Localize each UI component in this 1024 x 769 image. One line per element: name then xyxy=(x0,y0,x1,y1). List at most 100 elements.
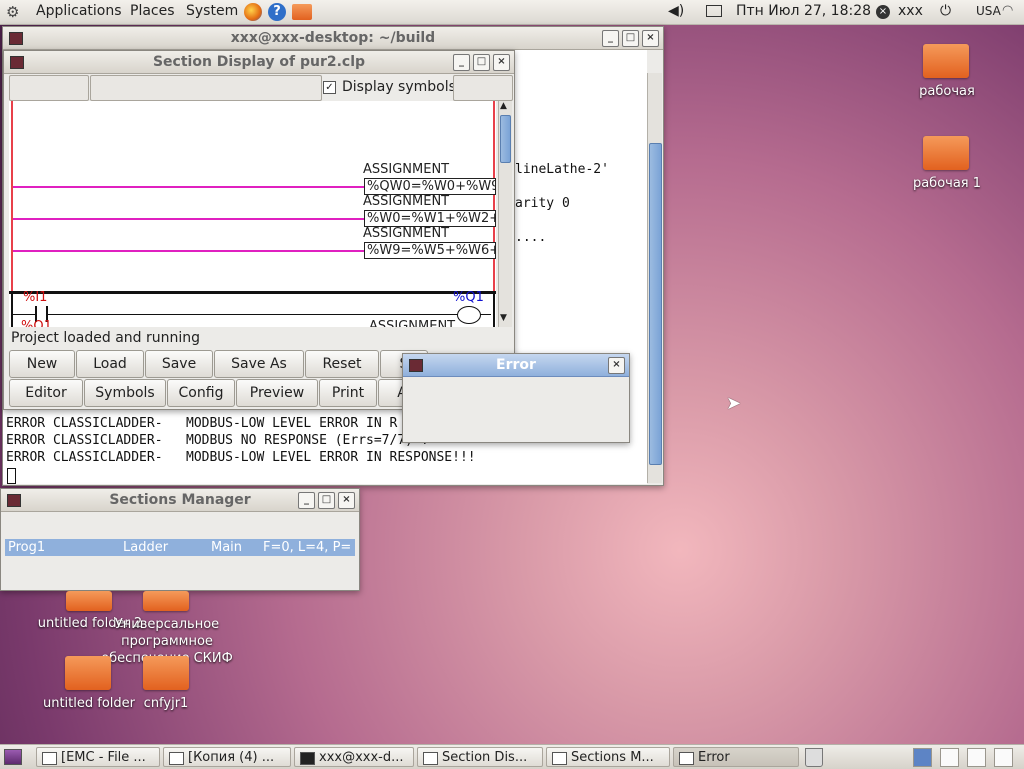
minimize-icon[interactable]: _ xyxy=(602,30,619,47)
firefox-icon[interactable] xyxy=(244,3,262,21)
maximize-icon[interactable]: □ xyxy=(473,54,490,71)
maximize-icon[interactable]: □ xyxy=(622,30,639,47)
close-icon[interactable]: × xyxy=(338,492,355,509)
power-icon[interactable]: ⏻ xyxy=(940,3,951,19)
close-icon[interactable]: × xyxy=(608,357,625,374)
user-status-icon[interactable]: × xyxy=(876,5,890,19)
sections-list[interactable]: Prog1 Ladder Main F=0, L=4, P= xyxy=(5,515,355,585)
system-menu[interactable]: System xyxy=(186,3,238,19)
places-menu[interactable]: Places xyxy=(130,3,175,19)
assignment-label: ASSIGNMENT xyxy=(363,162,450,177)
terminal-fragment: arity 0 xyxy=(515,196,570,211)
display-symbols-label: Display symbols xyxy=(342,79,456,95)
folder-icon[interactable] xyxy=(65,656,111,690)
bottom-panel: [EMC - File ... [Копия (4) ... xxx@xxx-d… xyxy=(0,744,1024,769)
section-combo-2[interactable] xyxy=(90,75,322,101)
scroll-down-icon[interactable]: ▼ xyxy=(500,313,507,323)
keyboard-layout[interactable]: USA xyxy=(976,4,1001,18)
section-display-titlebar[interactable]: Section Display of pur2.clp _ □ × xyxy=(4,51,514,74)
workspace-1[interactable] xyxy=(913,748,932,767)
right-power-rail xyxy=(493,101,495,291)
save-as-button[interactable]: Save As xyxy=(214,350,304,378)
sections-manager-window[interactable]: Sections Manager _ □ × Prog1 Ladder Main… xyxy=(0,488,360,591)
folder-icon[interactable] xyxy=(923,136,969,170)
reset-button[interactable]: Reset xyxy=(305,350,379,378)
left-power-rail xyxy=(11,101,13,291)
terminal-scrollbar[interactable] xyxy=(647,73,662,483)
desktop-icon-label[interactable]: cnfyjr1 xyxy=(130,696,202,711)
show-desktop-icon[interactable] xyxy=(4,749,22,765)
desktop-icon-label[interactable]: рабочая xyxy=(890,84,1004,99)
window-icon xyxy=(423,752,438,765)
display-symbols-checkbox[interactable]: ✓ xyxy=(323,81,336,94)
window-menu-icon[interactable] xyxy=(409,359,423,372)
symbols-button[interactable]: Symbols xyxy=(84,379,166,407)
window-menu-icon[interactable] xyxy=(9,32,23,45)
terminal-line: ERROR CLASSICLADDER- MODBUS-LOW LEVEL ER… xyxy=(6,450,476,465)
assignment-box[interactable]: %W9=%W5+%W6+ xyxy=(364,242,496,259)
help-icon[interactable]: ? xyxy=(268,3,286,21)
ladder-canvas[interactable]: ASSIGNMENT %QW0=%W0+%W9 ASSIGNMENT %W0=%… xyxy=(9,101,496,327)
workspace-2[interactable] xyxy=(940,748,959,767)
assignment-box[interactable]: %QW0=%W0+%W9 xyxy=(364,178,496,195)
folder-icon[interactable] xyxy=(143,656,189,690)
print-button[interactable]: Print xyxy=(319,379,377,407)
close-icon[interactable]: × xyxy=(493,54,510,71)
config-button[interactable]: Config xyxy=(167,379,235,407)
workspace-3[interactable] xyxy=(967,748,986,767)
editor-button[interactable]: Editor xyxy=(9,379,83,407)
coil-symbol[interactable] xyxy=(457,306,481,324)
file-manager-icon[interactable] xyxy=(292,4,312,20)
preview-button[interactable]: Preview xyxy=(236,379,318,407)
coil-label: %Q1 xyxy=(453,290,484,305)
rung-line xyxy=(13,186,365,188)
maximize-icon[interactable]: □ xyxy=(318,492,335,509)
taskbar-item[interactable]: Section Dis... xyxy=(417,747,543,767)
taskbar-item[interactable]: [EMC - File ... xyxy=(36,747,160,767)
scroll-up-icon[interactable]: ▲ xyxy=(500,101,507,111)
window-icon xyxy=(552,752,567,765)
volume-icon[interactable]: ◀) xyxy=(668,3,684,19)
sections-manager-title: Sections Manager xyxy=(109,492,251,508)
user-name[interactable]: xxx xyxy=(898,3,923,19)
terminal-cursor xyxy=(7,468,16,484)
minimize-icon[interactable]: _ xyxy=(298,492,315,509)
folder-icon[interactable] xyxy=(923,44,969,78)
taskbar-item[interactable]: Error xyxy=(673,747,799,767)
error-dialog[interactable]: Error × xyxy=(402,353,630,443)
network-icon[interactable]: ◠ xyxy=(1002,3,1013,18)
trash-icon[interactable] xyxy=(805,748,823,767)
save-button[interactable]: Save xyxy=(145,350,213,378)
terminal-titlebar[interactable]: xxx@xxx-desktop: ~/build _ □ × xyxy=(3,27,663,50)
window-menu-icon[interactable] xyxy=(10,56,24,69)
workspace-4[interactable] xyxy=(994,748,1013,767)
close-icon[interactable]: × xyxy=(642,30,659,47)
error-titlebar[interactable]: Error × xyxy=(403,354,629,377)
taskbar-item[interactable]: xxx@xxx-d... xyxy=(294,747,414,767)
taskbar-item[interactable]: Sections M... xyxy=(546,747,670,767)
section-combo-1[interactable] xyxy=(9,75,89,101)
sections-manager-titlebar[interactable]: Sections Manager _ □ × xyxy=(1,489,359,512)
window-menu-icon[interactable] xyxy=(7,494,21,507)
clock[interactable]: Птн Июл 27, 18:28 xyxy=(736,3,871,19)
terminal-fragment: lineLathe-2' xyxy=(515,162,609,177)
taskbar-item[interactable]: [Копия (4) ... xyxy=(163,747,291,767)
assignment-label: ASSIGNMENT xyxy=(363,194,450,209)
new-button[interactable]: New xyxy=(9,350,75,378)
applications-menu[interactable]: Applications xyxy=(36,3,122,19)
folder-icon[interactable] xyxy=(143,591,189,611)
ubuntu-logo-icon[interactable]: ⚙ xyxy=(6,3,19,21)
section-row-selected[interactable]: Prog1 Ladder Main F=0, L=4, P= xyxy=(5,539,355,556)
desktop-icon-label[interactable]: untitled folder xyxy=(34,696,144,711)
section-type: Main xyxy=(211,540,243,555)
mail-icon[interactable] xyxy=(706,5,722,17)
load-button[interactable]: Load xyxy=(76,350,144,378)
ladder-scrollbar[interactable]: ▲ ▼ xyxy=(498,101,512,327)
desktop-icon-label[interactable]: рабочая 1 xyxy=(890,176,1004,191)
section-combo-3[interactable] xyxy=(453,75,513,101)
ladder-scrollbar-thumb[interactable] xyxy=(500,115,511,163)
terminal-scrollbar-thumb[interactable] xyxy=(649,143,662,465)
assignment-box[interactable]: %W0=%W1+%W2+ xyxy=(364,210,496,227)
minimize-icon[interactable]: _ xyxy=(453,54,470,71)
folder-icon[interactable] xyxy=(66,591,112,611)
